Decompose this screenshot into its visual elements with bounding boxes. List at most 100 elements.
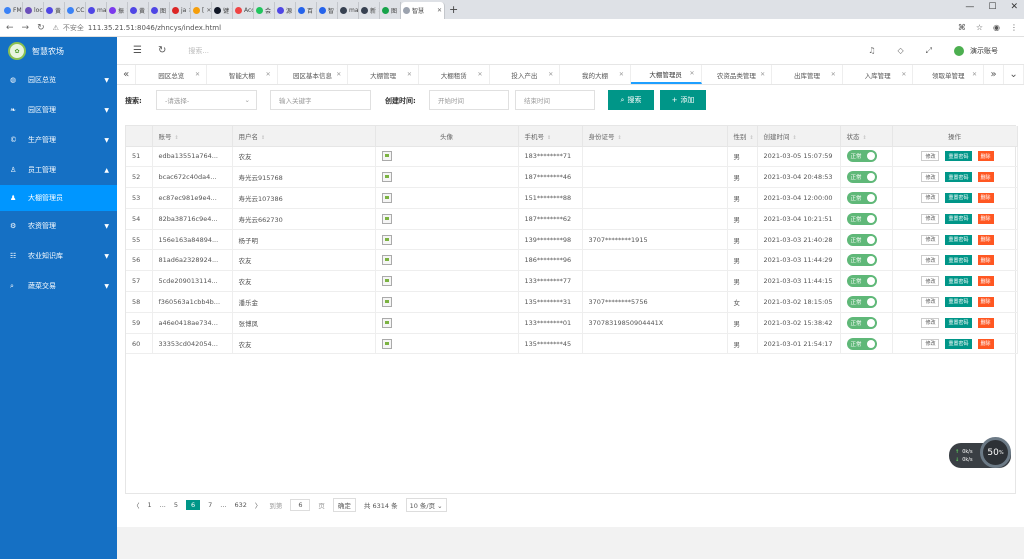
tabs-dropdown-icon[interactable]: ⌄ bbox=[1004, 65, 1024, 84]
status-toggle[interactable]: 正常 bbox=[846, 295, 877, 308]
page-tab-close-icon[interactable]: ✕ bbox=[407, 71, 412, 78]
browser-tab[interactable]: CC✕ bbox=[65, 2, 86, 19]
sidebar-subitem-greenhouse-admin[interactable]: ♟ 大棚管理员 bbox=[0, 185, 117, 211]
delete-button[interactable]: 删除 bbox=[977, 338, 994, 349]
reset-password-button[interactable]: 重置密码 bbox=[945, 338, 972, 349]
reset-password-button[interactable]: 重置密码 bbox=[945, 296, 972, 307]
sidebar-item[interactable]: ❧ 园区管理 ▼ bbox=[0, 95, 117, 125]
edit-button[interactable]: 修改 bbox=[921, 276, 940, 287]
page-tab-close-icon[interactable]: ✕ bbox=[619, 71, 624, 78]
prev-page-icon[interactable]: 〈 bbox=[133, 500, 140, 510]
translate-icon[interactable]: ⌘ bbox=[958, 23, 966, 32]
page-tab-close-icon[interactable]: ✕ bbox=[266, 71, 271, 78]
delete-button[interactable]: 删除 bbox=[977, 234, 994, 245]
browser-tab[interactable]: ma✕ bbox=[338, 2, 359, 19]
page-tab[interactable]: 园区基本信息 ✕ bbox=[278, 65, 349, 84]
browser-tab[interactable]: Acc✕ bbox=[233, 2, 254, 19]
sort-icon[interactable]: ⇕ bbox=[175, 135, 179, 141]
reset-password-button[interactable]: 重置密码 bbox=[945, 172, 972, 183]
close-window-icon[interactable]: ✕ bbox=[1010, 2, 1018, 12]
browser-tab[interactable]: 黄✕ bbox=[44, 2, 65, 19]
page-tab[interactable]: 园区总览 ✕ bbox=[136, 65, 208, 84]
page-tab[interactable]: 出库管理 ✕ bbox=[772, 65, 843, 84]
reset-password-button[interactable]: 重置密码 bbox=[945, 255, 972, 266]
browser-tab-active[interactable]: 智慧 ✕ bbox=[401, 2, 445, 19]
delete-button[interactable]: 删除 bbox=[977, 276, 994, 287]
browser-tab[interactable]: 源✕ bbox=[275, 2, 296, 19]
page-tab-close-icon[interactable]: ✕ bbox=[548, 71, 553, 78]
edit-button[interactable]: 修改 bbox=[921, 151, 940, 162]
more-icon[interactable]: ⋮ bbox=[1010, 23, 1018, 32]
end-time-input[interactable]: 结束时间 bbox=[515, 90, 595, 110]
header-search-input[interactable]: 搜索... bbox=[188, 46, 209, 56]
tab-close-icon[interactable]: ✕ bbox=[437, 7, 442, 14]
edit-button[interactable]: 修改 bbox=[921, 213, 940, 224]
page-tab[interactable]: 投入产出 ✕ bbox=[490, 65, 561, 84]
page-tab[interactable]: 大棚租赁 ✕ bbox=[419, 65, 490, 84]
status-toggle[interactable]: 正常 bbox=[846, 171, 877, 184]
sort-icon[interactable]: ⇕ bbox=[750, 135, 754, 141]
browser-tab[interactable]: loca✕ bbox=[23, 2, 44, 19]
reset-password-button[interactable]: 重置密码 bbox=[945, 151, 972, 162]
page-tab[interactable]: 领取单管理 ✕ bbox=[913, 65, 985, 84]
browser-tab[interactable]: 键✕ bbox=[212, 2, 233, 19]
delete-button[interactable]: 删除 bbox=[977, 151, 994, 162]
keyword-input[interactable]: 输入关键字 bbox=[270, 90, 371, 110]
browser-tab[interactable]: 新✕ bbox=[359, 2, 380, 19]
sidebar-item[interactable]: © 生产管理 ▼ bbox=[0, 125, 117, 155]
bell-icon[interactable]: ♫ bbox=[868, 46, 875, 55]
delete-button[interactable]: 删除 bbox=[977, 255, 994, 266]
tab-close-icon[interactable]: ✕ bbox=[206, 7, 211, 14]
page-tab-close-icon[interactable]: ✕ bbox=[689, 70, 694, 77]
edit-button[interactable]: 修改 bbox=[921, 192, 940, 203]
browser-tab[interactable]: FMS✕ bbox=[2, 2, 23, 19]
tag-icon[interactable]: ◇ bbox=[897, 46, 903, 55]
reload-icon[interactable]: ↻ bbox=[37, 23, 45, 33]
reset-password-button[interactable]: 重置密码 bbox=[945, 276, 972, 287]
column-header[interactable]: 头像 bbox=[375, 126, 519, 147]
tabs-right-icon[interactable]: » bbox=[984, 65, 1005, 84]
status-toggle[interactable]: 正常 bbox=[846, 316, 877, 329]
status-toggle[interactable]: 正常 bbox=[846, 337, 877, 350]
sort-icon[interactable]: ⇕ bbox=[863, 135, 867, 141]
edit-button[interactable]: 修改 bbox=[921, 338, 940, 349]
column-header[interactable]: 创建时间 ⇕ bbox=[757, 126, 841, 147]
delete-button[interactable]: 删除 bbox=[977, 296, 994, 307]
page-tab-close-icon[interactable]: ✕ bbox=[901, 71, 906, 78]
next-page-icon[interactable]: 〉 bbox=[255, 500, 262, 510]
page-tab[interactable]: 入库管理 ✕ bbox=[843, 65, 914, 84]
column-header[interactable]: 用户名 ⇕ bbox=[232, 126, 376, 147]
page-tab[interactable]: 我的大棚 ✕ bbox=[560, 65, 631, 84]
status-toggle[interactable]: 正常 bbox=[846, 254, 877, 267]
status-toggle[interactable]: 正常 bbox=[846, 191, 877, 204]
refresh-icon[interactable]: ↻ bbox=[158, 45, 166, 56]
page-tab-close-icon[interactable]: ✕ bbox=[478, 71, 483, 78]
edit-button[interactable]: 修改 bbox=[921, 317, 940, 328]
forward-icon[interactable]: → bbox=[22, 23, 30, 33]
delete-button[interactable]: 删除 bbox=[977, 317, 994, 328]
page-5[interactable]: 5 bbox=[174, 501, 178, 509]
browser-tab[interactable]: [✕ bbox=[191, 2, 212, 19]
edit-button[interactable]: 修改 bbox=[921, 234, 940, 245]
browser-tab[interactable]: 会✕ bbox=[254, 2, 275, 19]
network-monitor-widget[interactable]: ↑ 0k/s ↓ 0k/s 50% bbox=[949, 437, 1011, 468]
page-tab-close-icon[interactable]: ✕ bbox=[336, 71, 341, 78]
reset-password-button[interactable]: 重置密码 bbox=[945, 317, 972, 328]
goto-page-input[interactable]: 6 bbox=[290, 498, 311, 511]
add-button[interactable]: + 添加 bbox=[660, 90, 706, 110]
browser-tab[interactable]: 振✕ bbox=[107, 2, 128, 19]
star-icon[interactable]: ☆ bbox=[976, 23, 983, 32]
sidebar-item[interactable]: ⚙ 农资管理 ▼ bbox=[0, 211, 117, 241]
page-tab-close-icon[interactable]: ✕ bbox=[760, 71, 765, 78]
sidebar-item[interactable]: ☷ 农业知识库 ▼ bbox=[0, 241, 117, 271]
browser-tab[interactable]: 百✕ bbox=[296, 2, 317, 19]
page-tab[interactable]: 大棚管理员 ✕ bbox=[630, 65, 702, 84]
delete-button[interactable]: 删除 bbox=[977, 192, 994, 203]
back-icon[interactable]: ← bbox=[6, 23, 14, 33]
page-last[interactable]: 632 bbox=[234, 501, 246, 509]
sort-icon[interactable]: ⇕ bbox=[261, 135, 265, 141]
status-toggle[interactable]: 正常 bbox=[846, 233, 877, 246]
sort-icon[interactable]: ⇕ bbox=[793, 135, 797, 141]
user-menu[interactable]: 演示账号 bbox=[954, 45, 998, 56]
sort-icon[interactable]: ⇕ bbox=[547, 135, 551, 141]
